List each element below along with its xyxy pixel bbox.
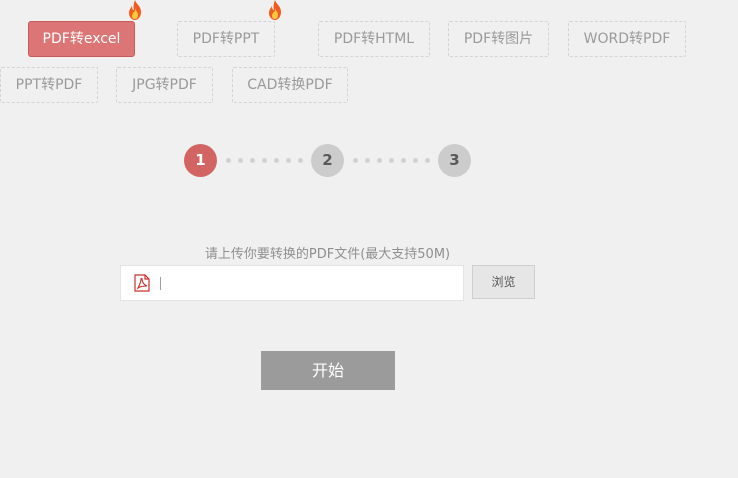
text-cursor bbox=[160, 277, 161, 290]
step-dot bbox=[365, 158, 370, 163]
step-dot bbox=[274, 158, 279, 163]
file-path-input[interactable] bbox=[159, 267, 459, 299]
step-1: 1 bbox=[184, 144, 217, 177]
step-dot bbox=[401, 158, 406, 163]
step-dot bbox=[353, 158, 358, 163]
step-dot bbox=[389, 158, 394, 163]
file-path-box[interactable] bbox=[120, 265, 464, 301]
tab-pdf-to-image[interactable]: PDF转图片 bbox=[448, 21, 549, 57]
step-dot bbox=[238, 158, 243, 163]
step-dot bbox=[425, 158, 430, 163]
tab-word-to-pdf[interactable]: WORD转PDF bbox=[568, 21, 686, 57]
pdf-file-icon bbox=[134, 274, 150, 292]
step-dot bbox=[413, 158, 418, 163]
fire-icon bbox=[129, 0, 141, 20]
tab-pdf-to-html[interactable]: PDF转HTML bbox=[318, 21, 430, 57]
step-dot bbox=[250, 158, 255, 163]
step-dot bbox=[262, 158, 267, 163]
start-button[interactable]: 开始 bbox=[261, 351, 395, 390]
step-dot bbox=[377, 158, 382, 163]
upload-hint: 请上传你要转换的PDF文件(最大支持50M) bbox=[204, 247, 451, 262]
tab-ppt-to-pdf[interactable]: PPT转PDF bbox=[0, 67, 98, 103]
step-2: 2 bbox=[311, 144, 344, 177]
tab-jpg-to-pdf[interactable]: JPG转PDF bbox=[116, 67, 213, 103]
step-dot bbox=[286, 158, 291, 163]
fire-icon bbox=[269, 0, 281, 20]
tab-pdf-to-excel[interactable]: PDF转excel bbox=[28, 21, 135, 57]
step-dot bbox=[298, 158, 303, 163]
step-dot bbox=[226, 158, 231, 163]
tab-cad-to-pdf[interactable]: CAD转换PDF bbox=[232, 67, 348, 103]
step-3: 3 bbox=[438, 144, 471, 177]
browse-button[interactable]: 浏览 bbox=[472, 265, 535, 299]
tab-pdf-to-ppt[interactable]: PDF转PPT bbox=[177, 21, 275, 57]
